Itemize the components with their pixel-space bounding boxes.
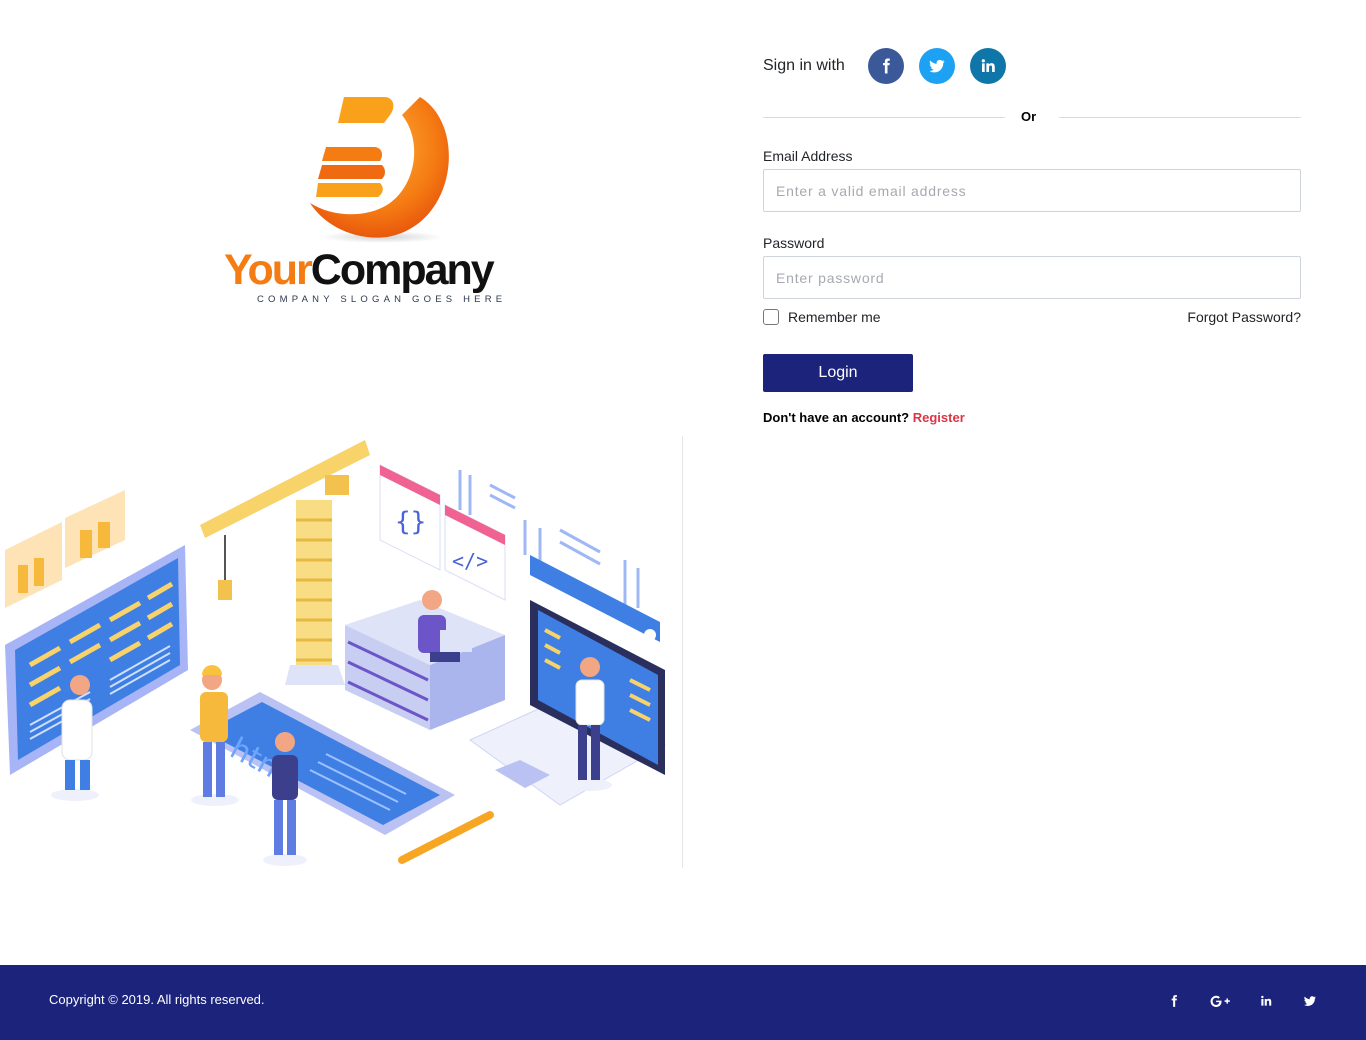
- footer-facebook-link[interactable]: [1165, 991, 1183, 1011]
- footer-twitter-link[interactable]: [1301, 991, 1319, 1011]
- facebook-icon: [882, 58, 890, 74]
- wordmark-part-2: Company: [310, 246, 495, 294]
- remember-me-label: Remember me: [788, 309, 881, 325]
- company-slogan: COMPANY SLOGAN GOES HERE: [257, 294, 507, 305]
- section-divider: [682, 436, 683, 868]
- twitter-login-button[interactable]: [918, 48, 955, 84]
- linkedin-login-button[interactable]: [969, 48, 1006, 84]
- password-input[interactable]: [763, 256, 1301, 299]
- wordmark-part-1: Your: [224, 246, 313, 294]
- no-account-text: Don't have an account?: [763, 410, 910, 425]
- linkedin-icon: [981, 59, 995, 72]
- it-team-illustration: {} </> html: [5, 440, 666, 866]
- footer-linkedin-link[interactable]: [1257, 991, 1275, 1011]
- facebook-login-button[interactable]: [867, 48, 904, 84]
- or-line-left: [763, 117, 1005, 118]
- login-form: Sign in with Or Email Address Password R…: [763, 40, 1301, 425]
- company-logo: YourCompany COMPANY SLOGAN GOES HERE: [222, 85, 542, 315]
- login-button[interactable]: Login: [763, 354, 913, 392]
- google-plus-icon: [1210, 995, 1230, 1007]
- password-label: Password: [763, 235, 825, 251]
- company-wordmark: YourCompany: [224, 245, 495, 295]
- svg-text:</>: </>: [452, 549, 488, 573]
- remember-forgot-row: Remember me Forgot Password?: [763, 308, 1301, 326]
- or-text: Or: [1021, 109, 1037, 124]
- footer-social-links: [1139, 991, 1319, 1011]
- login-page: YourCompany COMPANY SLOGAN GOES HERE {} …: [0, 0, 1366, 1040]
- forgot-password-link[interactable]: Forgot Password?: [1187, 309, 1301, 325]
- remember-me-checkbox[interactable]: [763, 309, 779, 325]
- social-signin-row: Sign in with: [763, 40, 1301, 92]
- twitter-icon: [929, 59, 945, 73]
- or-line-right: [1059, 117, 1301, 118]
- remember-me[interactable]: Remember me: [763, 309, 881, 325]
- footer-google-plus-link[interactable]: [1209, 991, 1231, 1011]
- register-link[interactable]: Register: [913, 410, 965, 425]
- footer: Copyright © 2019. All rights reserved.: [0, 965, 1366, 1040]
- signin-with-label: Sign in with: [763, 57, 845, 74]
- copyright-text: Copyright © 2019. All rights reserved.: [49, 992, 265, 1007]
- email-label: Email Address: [763, 148, 853, 164]
- twitter-icon: [1304, 996, 1316, 1006]
- or-divider: Or: [763, 107, 1301, 127]
- email-input[interactable]: [763, 169, 1301, 212]
- facebook-icon: [1171, 995, 1177, 1007]
- logo-mark-icon: [310, 97, 449, 243]
- svg-text:{}: {}: [395, 507, 426, 537]
- register-prompt: Don't have an account? Register: [763, 410, 1301, 425]
- linkedin-icon: [1261, 995, 1272, 1006]
